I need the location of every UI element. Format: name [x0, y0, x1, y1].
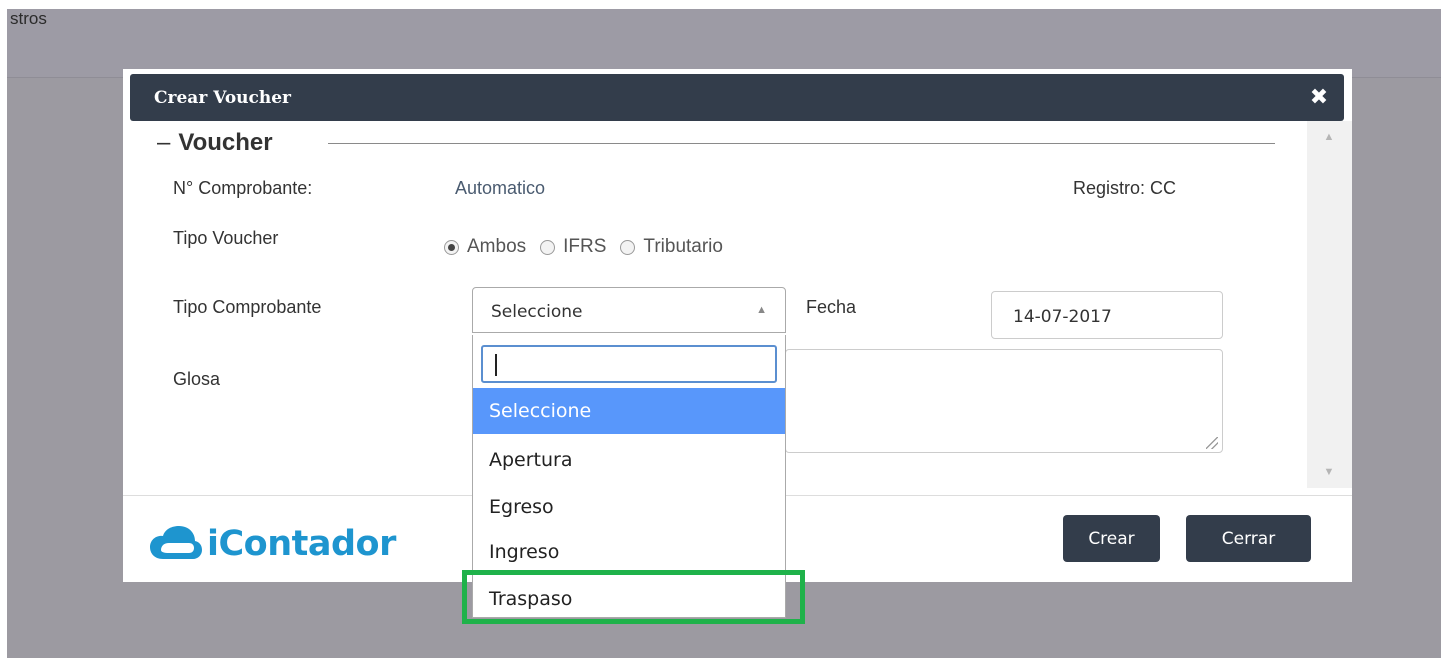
radio-ifrs-label: IFRS [563, 236, 607, 257]
registro-label: Registro: CC [1073, 178, 1177, 198]
radio-ambos-label: Ambos [467, 236, 527, 257]
background-partial-text: stros [10, 9, 47, 28]
background-header-band: stros [7, 9, 1441, 78]
collapse-icon[interactable]: – [157, 129, 170, 156]
traspaso-emphasis-box [462, 570, 805, 624]
dropdown-option-ingreso[interactable]: Ingreso [473, 529, 785, 575]
glosa-textarea[interactable] [785, 349, 1223, 453]
comprobante-label: N° Comprobante: [173, 178, 313, 198]
radio-tributario-label: Tributario [643, 236, 723, 257]
radio-ifrs-control[interactable] [540, 239, 556, 255]
fecha-value: 14-07-2017 [1013, 307, 1112, 327]
modal-scrollbar[interactable]: ▲ ▼ [1307, 121, 1352, 488]
radio-tributario[interactable]: Tributario [620, 236, 723, 258]
fieldset-divider [328, 143, 1275, 144]
chevron-up-icon: ▲ [756, 304, 767, 316]
dropdown-search-input[interactable] [481, 345, 777, 383]
fecha-input[interactable]: 14-07-2017 [991, 291, 1223, 339]
dropdown-option-seleccione[interactable]: Seleccione [473, 388, 785, 434]
text-caret [495, 354, 497, 376]
radio-ambos-control[interactable] [444, 239, 459, 255]
tipo-voucher-radio-group: Ambos IFRS Tributario [444, 236, 737, 258]
scroll-down-icon[interactable]: ▼ [1322, 466, 1336, 478]
dropdown-option-egreso[interactable]: Egreso [473, 484, 785, 530]
fieldset-legend: – Voucher [157, 129, 283, 157]
comprobante-value: Automatico [455, 178, 546, 198]
legend-label: Voucher [178, 129, 273, 156]
cerrar-button[interactable]: Cerrar [1186, 515, 1311, 562]
radio-tributario-control[interactable] [620, 239, 636, 255]
icontador-logo: iContador [149, 524, 396, 564]
dropdown-option-apertura[interactable]: Apertura [473, 437, 785, 483]
logo-text: iContador [207, 524, 396, 564]
resize-handle-icon[interactable] [1206, 437, 1218, 449]
crear-button[interactable]: Crear [1063, 515, 1160, 562]
select-current-value: Seleccione [491, 302, 583, 322]
cloud-logo-icon [150, 526, 202, 559]
tipo-voucher-label: Tipo Voucher [173, 228, 279, 248]
fecha-label: Fecha [806, 297, 857, 317]
modal-title: Crear Voucher [154, 88, 292, 108]
tipo-comprobante-select[interactable]: Seleccione ▲ [472, 287, 786, 333]
glosa-label: Glosa [173, 369, 221, 389]
tipo-comprobante-label: Tipo Comprobante [173, 297, 322, 317]
modal-header: Crear Voucher ✖ [130, 74, 1344, 121]
radio-ambos[interactable]: Ambos [444, 236, 526, 258]
radio-ifrs[interactable]: IFRS [540, 236, 606, 258]
close-icon[interactable]: ✖ [1308, 86, 1330, 108]
scroll-up-icon[interactable]: ▲ [1322, 131, 1336, 143]
